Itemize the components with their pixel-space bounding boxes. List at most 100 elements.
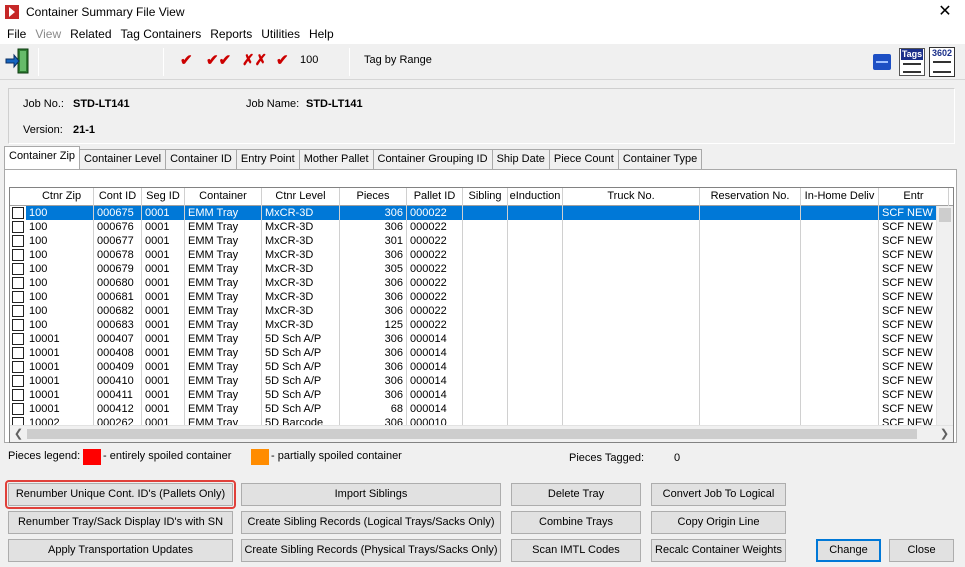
table-cell: 000677 (94, 234, 142, 248)
row-tag-checkbox[interactable] (12, 319, 24, 331)
table-cell (700, 374, 801, 388)
row-tag-checkbox[interactable] (12, 235, 24, 247)
column-header[interactable]: Seg ID (142, 188, 185, 206)
row-tag-checkbox[interactable] (12, 375, 24, 387)
tab-mother-pallet[interactable]: Mother Pallet (298, 149, 374, 169)
menu-view[interactable]: View (31, 27, 65, 41)
container-grid[interactable]: Ctnr Zip Cont ID Seg ID Container Ctnr Level… (9, 187, 954, 443)
copy-origin-line-button[interactable]: Copy Origin Line (651, 511, 786, 534)
table-row[interactable]: 10001 000409 0001 EMM Tray 5D Sch A/P 306 0000… (10, 360, 953, 374)
convert-logical-button[interactable]: Convert Job To Logical (651, 483, 786, 506)
column-header[interactable]: Pallet ID (407, 188, 463, 206)
column-header[interactable]: eInduction (508, 188, 563, 206)
tag-double-check-icon[interactable]: ✔✔ (206, 53, 231, 69)
menu-help[interactable]: Help (305, 27, 338, 41)
row-tag-checkbox[interactable] (12, 361, 24, 373)
form-3602-icon[interactable]: 3602 (929, 47, 955, 77)
column-header[interactable]: Truck No. (563, 188, 700, 206)
tag-check-icon[interactable]: ✔ (180, 53, 193, 69)
table-row[interactable]: 100 000675 0001 EMM Tray MxCR-3D 306 000022 SCF… (10, 206, 953, 220)
column-header[interactable]: Sibling (463, 188, 508, 206)
table-row[interactable]: 100 000676 0001 EMM Tray MxCR-3D 306 000022 SCF… (10, 220, 953, 234)
menu-file[interactable]: File (3, 27, 30, 41)
table-cell: 0001 (142, 220, 185, 234)
tag-by-range-button[interactable]: Tag by Range (364, 54, 432, 66)
row-tag-checkbox[interactable] (12, 249, 24, 261)
row-tag-checkbox[interactable] (12, 221, 24, 233)
table-row[interactable]: 100 000677 0001 EMM Tray MxCR-3D 301 000022 SCF… (10, 234, 953, 248)
table-row[interactable]: 100 000682 0001 EMM Tray MxCR-3D 306 000022 SCF… (10, 304, 953, 318)
row-tag-checkbox[interactable] (12, 389, 24, 401)
table-row[interactable]: 100 000679 0001 EMM Tray MxCR-3D 305 000022 SCF… (10, 262, 953, 276)
table-cell: EMM Tray (185, 206, 262, 220)
table-cell (463, 262, 508, 276)
table-row[interactable]: 10001 000408 0001 EMM Tray 5D Sch A/P 306 0000… (10, 346, 953, 360)
tab-container-grouping-id[interactable]: Container Grouping ID (372, 149, 493, 169)
column-header[interactable]: Entr (879, 188, 949, 206)
scroll-thumb[interactable] (27, 429, 917, 439)
row-tag-checkbox[interactable] (12, 347, 24, 359)
untag-all-icon[interactable]: ✗✗ (242, 53, 267, 69)
horizontal-scrollbar[interactable]: ❮ ❯ (10, 425, 953, 442)
tab-container-id[interactable]: Container ID (165, 149, 237, 169)
recalc-weights-button[interactable]: Recalc Container Weights (651, 539, 786, 562)
menu-tag-containers[interactable]: Tag Containers (117, 27, 206, 41)
table-row[interactable]: 10001 000412 0001 EMM Tray 5D Sch A/P 68 00001… (10, 402, 953, 416)
column-header[interactable]: Reservation No. (700, 188, 801, 206)
row-tag-checkbox[interactable] (12, 291, 24, 303)
table-row[interactable]: 10001 000410 0001 EMM Tray 5D Sch A/P 306 0000… (10, 374, 953, 388)
close-window-icon[interactable]: ✕ (933, 1, 957, 23)
column-header[interactable]: Container (185, 188, 262, 206)
row-tag-checkbox[interactable] (12, 277, 24, 289)
tag-count-check-icon[interactable]: ✔ (276, 53, 289, 69)
grid-rows[interactable]: 100 000675 0001 EMM Tray MxCR-3D 306 000022 SCF… (10, 206, 953, 427)
menu-reports[interactable]: Reports (206, 27, 256, 41)
tab-ship-date[interactable]: Ship Date (491, 149, 550, 169)
scan-imtl-button[interactable]: Scan IMTL Codes (511, 539, 641, 562)
create-physical-siblings-button[interactable]: Create Sibling Records (Physical Trays/S… (241, 539, 501, 562)
table-row[interactable]: 10001 000407 0001 EMM Tray 5D Sch A/P 306 0000… (10, 332, 953, 346)
table-cell: 000409 (94, 360, 142, 374)
tab-container-level[interactable]: Container Level (79, 149, 167, 169)
row-tag-checkbox[interactable] (12, 263, 24, 275)
table-cell: EMM Tray (185, 318, 262, 332)
tab-piece-count[interactable]: Piece Count (548, 149, 619, 169)
menu-related[interactable]: Related (66, 27, 115, 41)
create-logical-siblings-button[interactable]: Create Sibling Records (Logical Trays/Sa… (241, 511, 501, 534)
vertical-scrollbar[interactable] (936, 206, 953, 427)
scroll-right-icon[interactable]: ❯ (936, 426, 953, 442)
row-tag-checkbox[interactable] (12, 207, 24, 219)
apply-transport-button[interactable]: Apply Transportation Updates (8, 539, 233, 562)
table-row[interactable]: 100 000680 0001 EMM Tray MxCR-3D 306 000022 SCF… (10, 276, 953, 290)
job-no-label: Job No.: (23, 98, 64, 110)
network-icon[interactable] (873, 54, 891, 70)
column-header[interactable]: Ctnr Level (262, 188, 340, 206)
table-row[interactable]: 100 000678 0001 EMM Tray MxCR-3D 306 000022 SCF… (10, 248, 953, 262)
table-row[interactable]: 100 000683 0001 EMM Tray MxCR-3D 125 000022 SCF… (10, 318, 953, 332)
exit-door-icon[interactable] (4, 47, 32, 75)
column-header[interactable]: Ctnr Zip (10, 188, 94, 206)
table-row[interactable]: 10001 000411 0001 EMM Tray 5D Sch A/P 306 0000… (10, 388, 953, 402)
column-header[interactable]: In-Home Deliv (801, 188, 879, 206)
scroll-thumb[interactable] (939, 208, 951, 222)
row-tag-checkbox[interactable] (12, 333, 24, 345)
combine-trays-button[interactable]: Combine Trays (511, 511, 641, 534)
column-header[interactable]: Cont ID (94, 188, 142, 206)
tab-container-zip[interactable]: Container Zip (4, 146, 81, 169)
table-row[interactable]: 100 000681 0001 EMM Tray MxCR-3D 306 000022 SCF… (10, 290, 953, 304)
import-siblings-button[interactable]: Import Siblings (241, 483, 501, 506)
row-tag-checkbox[interactable] (12, 403, 24, 415)
renumber-tray-button[interactable]: Renumber Tray/Sack Display ID's with SN (8, 511, 233, 534)
tab-container-type[interactable]: Container Type (617, 149, 703, 169)
column-header[interactable]: Pieces (340, 188, 407, 206)
tab-entry-point[interactable]: Entry Point (235, 149, 300, 169)
change-button[interactable]: Change (816, 539, 881, 562)
delete-tray-button[interactable]: Delete Tray (511, 483, 641, 506)
row-tag-checkbox[interactable] (12, 305, 24, 317)
tags-report-icon[interactable]: Tags (899, 48, 925, 76)
close-button[interactable]: Close (889, 539, 954, 562)
scroll-left-icon[interactable]: ❮ (10, 426, 27, 442)
menu-utilities[interactable]: Utilities (257, 27, 304, 41)
tag-count-value[interactable]: 100 (300, 54, 318, 66)
renumber-unique-button[interactable]: Renumber Unique Cont. ID's (Pallets Only… (5, 480, 236, 509)
